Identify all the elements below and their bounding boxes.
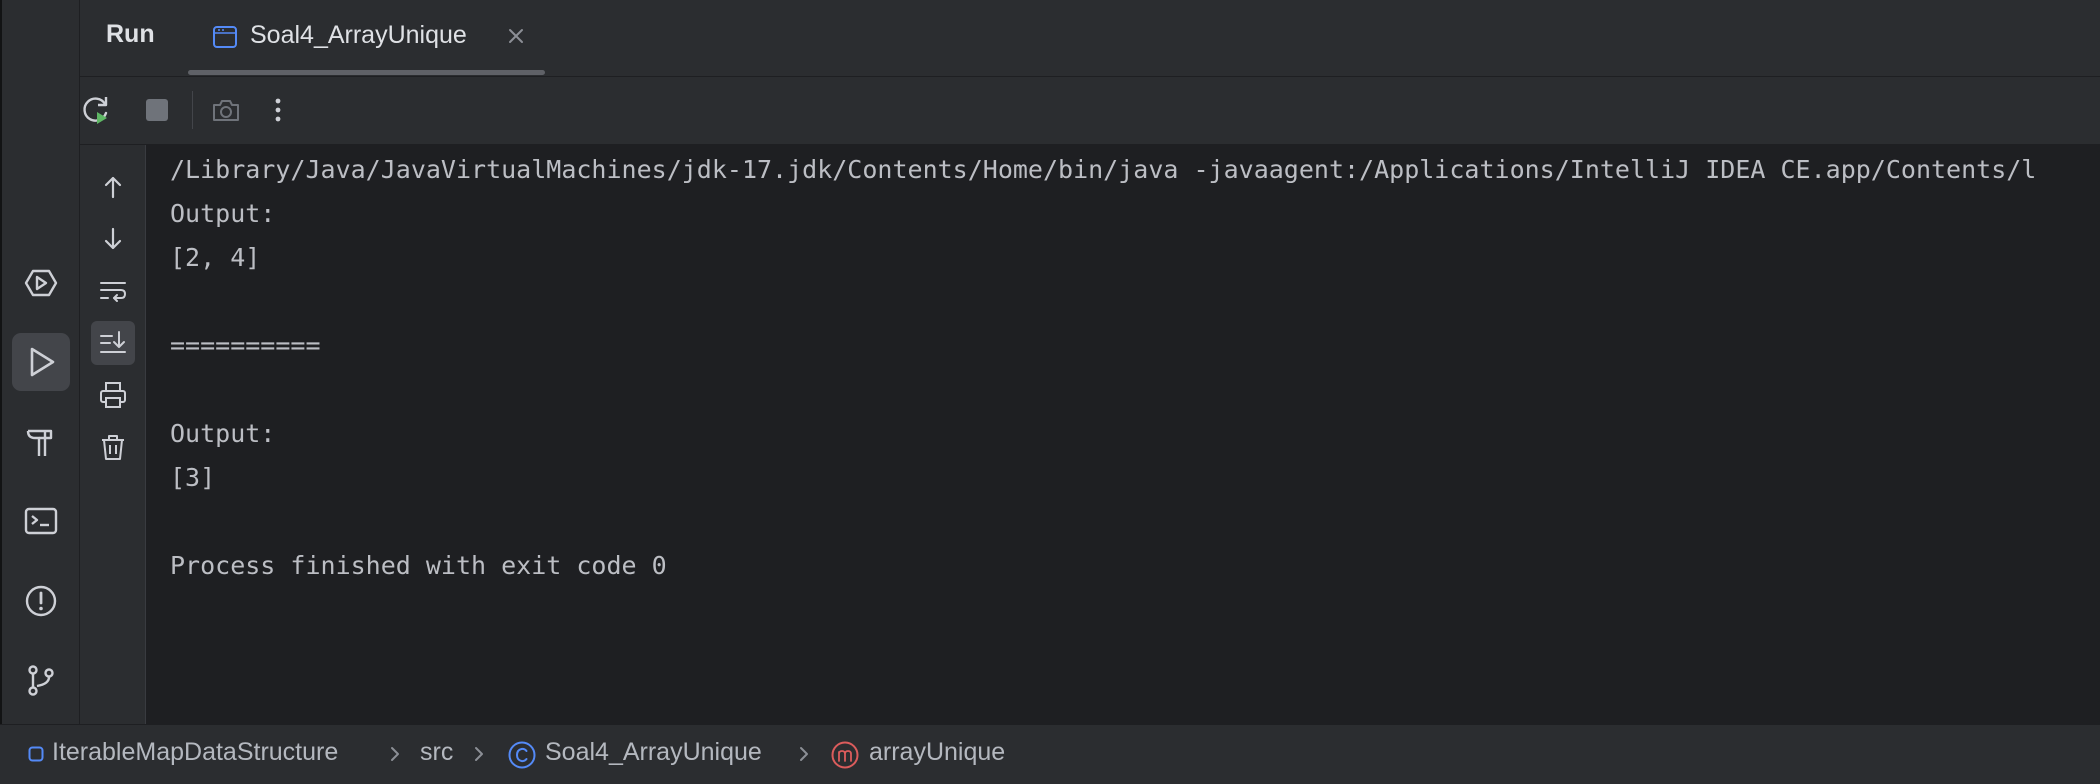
ide-window: Run Soal4_ArrayUnique /Library/Java/Java… xyxy=(0,0,2100,784)
toolbar-separator xyxy=(192,91,193,129)
services-button[interactable] xyxy=(12,254,70,312)
breadcrumb-item-method[interactable]: arrayUnique xyxy=(869,738,1005,767)
run-configuration-icon xyxy=(213,26,237,48)
chevron-right-icon xyxy=(391,747,399,761)
rerun-button[interactable] xyxy=(78,92,114,128)
previous-occurrence-button[interactable] xyxy=(91,165,135,209)
print-button[interactable] xyxy=(91,373,135,417)
screenshot-button[interactable] xyxy=(208,92,244,128)
git-button[interactable] xyxy=(12,651,70,709)
more-vertical-icon xyxy=(275,98,281,122)
tool-window-title: Run xyxy=(106,20,155,48)
services-icon xyxy=(24,269,58,297)
print-icon xyxy=(100,382,126,408)
stop-button[interactable] xyxy=(139,92,175,128)
console-line-exit-status: Process finished with exit code 0 xyxy=(170,551,667,580)
console-line: [3] xyxy=(170,463,216,492)
console-line: Output: xyxy=(170,199,276,228)
console-line: ========== xyxy=(170,331,321,360)
left-tool-stripe xyxy=(0,0,80,724)
soft-wrap-icon xyxy=(100,282,127,302)
run-tool-window-header: Run Soal4_ArrayUnique xyxy=(80,0,2100,77)
more-button[interactable] xyxy=(260,92,296,128)
console-output[interactable]: /Library/Java/JavaVirtualMachines/jdk-17… xyxy=(146,145,2100,724)
method-icon xyxy=(831,741,859,769)
arrow-down-icon xyxy=(104,227,122,250)
run-tool-button[interactable] xyxy=(12,333,70,391)
camera-icon xyxy=(213,100,239,121)
active-tab-indicator xyxy=(188,70,545,75)
clear-all-button[interactable] xyxy=(91,425,135,469)
terminal-button[interactable] xyxy=(12,492,70,550)
stop-icon xyxy=(146,99,168,121)
next-occurrence-button[interactable] xyxy=(91,217,135,261)
problems-button[interactable] xyxy=(12,572,70,630)
chevron-right-icon xyxy=(800,747,808,761)
breadcrumb-item-class[interactable]: Soal4_ArrayUnique xyxy=(545,738,762,767)
console-line: Output: xyxy=(170,419,276,448)
console-side-toolbar xyxy=(80,145,146,724)
console-line: [2, 4] xyxy=(170,243,261,272)
scroll-to-end-icon xyxy=(100,331,126,353)
breadcrumb-item-src[interactable]: src xyxy=(420,738,453,767)
navigation-breadcrumb: IterableMapDataStructure src Soal4_Array… xyxy=(0,724,2100,784)
run-toolbar xyxy=(80,77,2100,145)
scroll-to-end-button[interactable] xyxy=(91,321,135,365)
breadcrumb-item-module[interactable]: IterableMapDataStructure xyxy=(52,738,338,767)
git-branch-icon xyxy=(28,665,54,696)
tab-label[interactable]: Soal4_ArrayUnique xyxy=(250,21,467,50)
chevron-right-icon xyxy=(475,747,483,761)
module-icon xyxy=(28,746,44,762)
problems-icon xyxy=(25,585,57,617)
rerun-icon xyxy=(83,97,108,124)
build-button[interactable] xyxy=(12,413,70,471)
soft-wrap-button[interactable] xyxy=(91,269,135,313)
arrow-up-icon xyxy=(104,176,122,199)
class-icon xyxy=(508,741,536,769)
terminal-icon xyxy=(24,507,58,535)
console-line-command: /Library/Java/JavaVirtualMachines/jdk-17… xyxy=(170,155,2037,184)
hammer-icon xyxy=(26,429,53,456)
run-icon xyxy=(30,347,55,377)
trash-icon xyxy=(102,435,124,460)
close-icon[interactable] xyxy=(504,24,528,48)
